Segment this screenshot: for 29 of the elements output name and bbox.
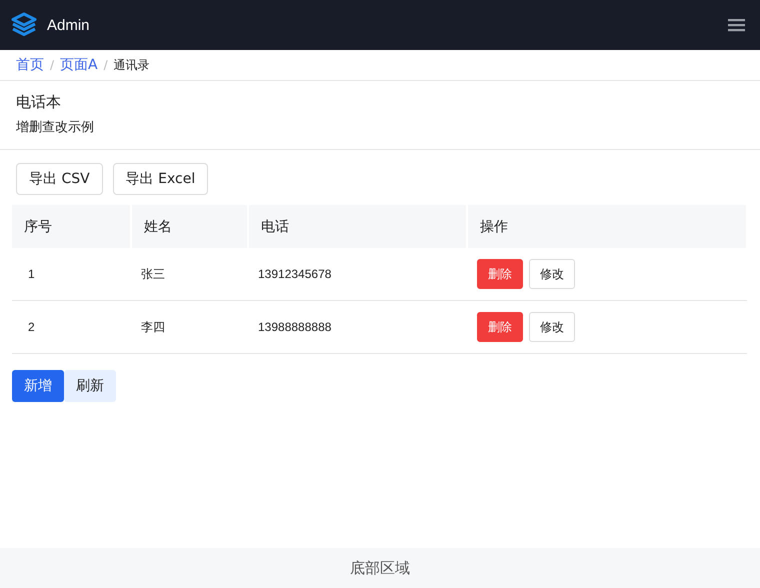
table-cell: 13912345678 [248, 248, 467, 300]
breadcrumb-item[interactable]: 首页 [16, 56, 44, 74]
delete-button[interactable]: 删除 [477, 312, 523, 342]
footer: 底部区域 [0, 548, 760, 588]
table-cell: 13988888888 [248, 300, 467, 354]
delete-button[interactable]: 删除 [477, 259, 523, 289]
logo-icon [11, 12, 37, 38]
add-button[interactable]: 新增 [12, 370, 64, 402]
breadcrumb-item[interactable]: 页面A [60, 56, 98, 74]
table-cell: 张三 [131, 248, 248, 300]
app-title: Admin [47, 16, 90, 34]
column-header: 姓名 [131, 205, 248, 248]
table-cell: 李四 [131, 300, 248, 354]
breadcrumb-separator: / [50, 58, 54, 72]
page-subtitle: 增删查改示例 [16, 119, 95, 136]
edit-button[interactable]: 修改 [529, 259, 575, 289]
refresh-button[interactable]: 刷新 [64, 370, 116, 402]
breadcrumb-separator: / [104, 58, 108, 72]
edit-button[interactable]: 修改 [529, 312, 575, 342]
table-cell: 2 [12, 300, 131, 354]
column-header: 电话 [248, 205, 467, 248]
export-button[interactable]: 导出 CSV [16, 163, 103, 195]
column-header: 操作 [467, 205, 747, 248]
table-cell: 1 [12, 248, 131, 300]
menu-icon[interactable] [728, 18, 745, 32]
breadcrumb-item: 通讯录 [114, 56, 150, 74]
page-title: 电话本 [16, 93, 62, 112]
export-button[interactable]: 导出 Excel [112, 163, 208, 195]
column-header: 序号 [12, 205, 131, 248]
